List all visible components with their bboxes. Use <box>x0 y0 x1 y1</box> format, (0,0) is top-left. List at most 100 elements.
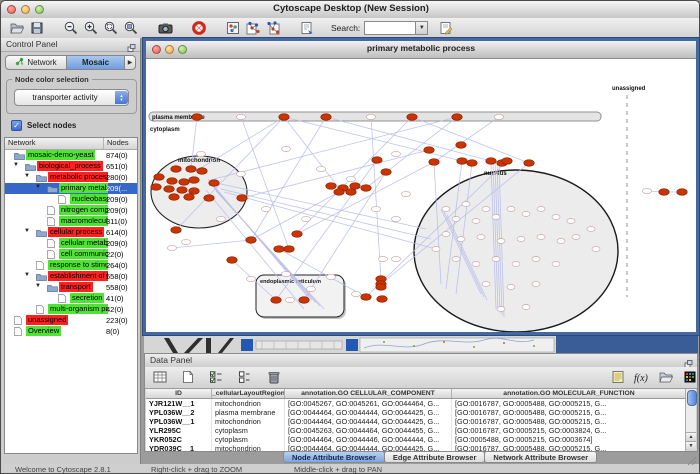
table-scrollbar[interactable]: ▲ ▼ <box>685 389 696 451</box>
tree-expander-icon[interactable]: ▼ <box>35 283 41 289</box>
tree-row[interactable]: ▼biological_process651(0) <box>5 161 137 172</box>
tree-row[interactable]: nucleobase-209(0) <box>5 194 137 205</box>
table-cell[interactable]: [GO:0016787, GO:0005488, GO:0005215, G..… <box>452 444 687 451</box>
table-row[interactable]: YPL036W__2plasma membrane[GO:0044464, GO… <box>146 408 687 417</box>
table-cell[interactable]: [GO:0044464, GO:0044444, GO:0044425, G..… <box>285 417 452 426</box>
advanced-search-icon[interactable] <box>436 19 456 38</box>
tree-row[interactable]: ▼transport558(0) <box>5 282 137 293</box>
table-row[interactable]: YKR052Ccytoplasm[GO:0044464, GO:0044446,… <box>146 435 687 444</box>
zoom-fit-icon[interactable] <box>121 19 141 38</box>
scroll-down-arrow[interactable]: ▼ <box>686 441 696 451</box>
table-cell[interactable]: [GO:0005488, GO:0005215, GO:0003674] <box>452 435 687 444</box>
table-cell[interactable]: YLR295C <box>146 426 212 435</box>
tree-row[interactable]: nitrogen compo209(0) <box>5 205 137 216</box>
save-icon[interactable] <box>27 19 47 38</box>
tree-row[interactable]: secretion41(0) <box>5 293 137 304</box>
tree-row[interactable]: cell communicat22(0) <box>5 249 137 260</box>
table-cell[interactable]: [GO:0045267, GO:0045261, GO:0044464, G..… <box>285 399 452 408</box>
tree-expander-icon[interactable]: ▼ <box>35 184 41 190</box>
node-color-combobox[interactable]: transporter activity ▲▼ <box>14 89 129 106</box>
tree-row[interactable]: ▼cellular process614(0) <box>5 227 137 238</box>
status-message: Welcome to Cytoscape 2.8.1 <box>15 465 111 474</box>
table-cell[interactable]: [GO:0016787, GO:0005488, GO:0005215, G..… <box>452 408 687 417</box>
table-cell[interactable]: [GO:0044464, GO:0044444, GO:0044425, G..… <box>285 408 452 417</box>
search-input[interactable] <box>364 21 415 35</box>
table-cell[interactable]: mitochondrion <box>212 417 285 426</box>
table-cell[interactable]: plasma membrane <box>212 408 285 417</box>
tree-expander-icon[interactable]: ▼ <box>13 162 19 168</box>
table-cell[interactable]: [GO:0045263, GO:0044464, GO:0044455, G..… <box>285 426 452 435</box>
tree-row[interactable]: ▼metabolic process280(0) <box>5 172 137 183</box>
tree-row[interactable]: response to stimulu264(0) <box>5 260 137 271</box>
attribute-select-icon[interactable] <box>151 369 169 385</box>
tree-row[interactable]: ▼establishment of lo558(0) <box>5 271 137 282</box>
search-dropdown-button[interactable]: ▼ <box>415 21 428 35</box>
network-merge-icon[interactable] <box>263 19 283 38</box>
table-row[interactable]: YDR039C__1mitochondrion[GO:0044464, GO:0… <box>146 444 687 451</box>
network-overlay-icon[interactable] <box>243 19 263 38</box>
table-cell[interactable]: YPL036W__1 <box>146 417 212 426</box>
table-cell[interactable]: [GO:0044464, GO:0044446, GO:0044444, G..… <box>285 435 452 444</box>
tree-item-label: Overview <box>26 326 61 336</box>
tree-row[interactable]: Overview8(0) <box>5 326 137 337</box>
region-nucleus: nucleus <box>414 170 618 332</box>
resize-grip[interactable] <box>687 453 697 471</box>
notepad-icon[interactable] <box>609 369 627 385</box>
tab-mosaic[interactable]: Mosaic <box>67 55 125 70</box>
network-window-titlebar[interactable]: primary metabolic process <box>146 41 696 59</box>
table-column-header[interactable]: annotation.GO CELLULAR_COMPONENT <box>285 389 452 398</box>
open-file-icon[interactable] <box>7 19 27 38</box>
help-ring-icon[interactable] <box>189 19 209 38</box>
table-cell[interactable]: cytoplasm <box>212 435 285 444</box>
tab-overflow-arrow[interactable]: ▶ <box>125 55 136 70</box>
tab-network[interactable]: Network <box>5 55 67 70</box>
zoom-out-icon[interactable] <box>61 19 81 38</box>
network-canvas[interactable]: plasma membranecytoplasmmitochondrionnuc… <box>146 59 696 332</box>
table-column-header[interactable]: _cellularLayoutRegion <box>212 389 285 398</box>
vizmapper-icon[interactable] <box>223 19 243 38</box>
table-cell[interactable]: YDR039C__1 <box>146 444 212 451</box>
snapshot-camera-icon[interactable] <box>155 19 175 38</box>
tree-expander-icon[interactable]: ▼ <box>24 272 30 278</box>
table-row[interactable]: YLR295Ccytoplasm[GO:0045263, GO:0044464,… <box>146 426 687 435</box>
table-cell[interactable]: cytoplasm <box>212 426 285 435</box>
annotation-icon[interactable] <box>297 19 317 38</box>
unselect-attributes-icon[interactable] <box>235 369 253 385</box>
table-column-header[interactable]: annotation.GO MOLECULAR_FUNCTION <box>452 389 687 398</box>
tree-expander-icon[interactable]: ▼ <box>24 173 30 179</box>
table-cell[interactable]: YPL036W__2 <box>146 408 212 417</box>
table-row[interactable]: YJR121W__1mitochondrion[GO:0045267, GO:0… <box>146 399 687 408</box>
create-attribute-icon[interactable] <box>179 369 197 385</box>
tree-row[interactable]: ▼primary metabo209(... <box>5 183 137 194</box>
tab-node-attribute-browser[interactable]: Node Attribute Browser <box>283 451 385 463</box>
scrollbar-thumb[interactable] <box>687 390 697 406</box>
delete-attribute-icon[interactable] <box>265 369 283 385</box>
data-panel-toolbar: f(x) <box>145 367 697 389</box>
tab-edge-attribute-browser[interactable]: Edge Attribute Browser <box>384 451 485 463</box>
table-cell[interactable]: [GO:0016787, GO:0005488, GO:0005215, G..… <box>452 399 687 408</box>
zoom-in-icon[interactable] <box>81 19 101 38</box>
select-all-attributes-icon[interactable] <box>207 369 225 385</box>
table-cell[interactable]: [GO:0016787, GO:0005215, GO:0003824, G..… <box>452 426 687 435</box>
tree-row[interactable]: multi-organism pro42(0) <box>5 304 137 315</box>
tree-row[interactable]: mosaic-demo-yeast874(0) <box>5 150 137 161</box>
matrix-icon[interactable] <box>681 369 699 385</box>
table-cell[interactable]: YKR052C <box>146 435 212 444</box>
tree-row[interactable]: unassigned223(0) <box>5 315 137 326</box>
table-cell[interactable]: [GO:0016787, GO:0005488, GO:0005215, G..… <box>452 417 687 426</box>
tab-network-attribute-browser[interactable]: Network Attribute Browser <box>484 451 597 463</box>
table-column-header[interactable]: ID <box>146 389 212 398</box>
table-cell[interactable]: mitochondrion <box>212 444 285 451</box>
function-builder-icon[interactable]: f(x) <box>633 369 651 385</box>
table-cell[interactable]: [GO:0044464, GO:0044444, GO:0044425, G..… <box>285 444 452 451</box>
select-nodes-checkbox[interactable]: ✓ <box>11 120 22 131</box>
table-cell[interactable]: YJR121W__1 <box>146 399 212 408</box>
table-cell[interactable]: mitochondrion <box>212 399 285 408</box>
tree-row[interactable]: cellular metabo209(0) <box>5 238 137 249</box>
tree-row[interactable]: macromolecule311(0) <box>5 216 137 227</box>
table-row[interactable]: YPL036W__1mitochondrion[GO:0044464, GO:0… <box>146 417 687 426</box>
zoom-selected-icon[interactable] <box>101 19 121 38</box>
tree-item-node-count: 651(0) <box>106 161 128 172</box>
import-attributes-icon[interactable] <box>657 369 675 385</box>
tree-expander-icon[interactable]: ▼ <box>24 228 30 234</box>
